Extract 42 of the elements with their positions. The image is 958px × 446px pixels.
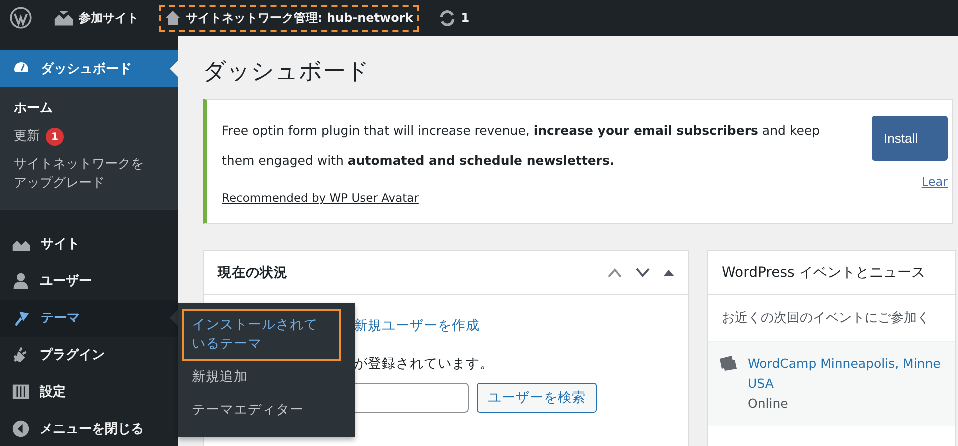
- menu-item[interactable]: ダッシュボード: [0, 50, 178, 87]
- menu-item[interactable]: メニューを閉じる: [0, 410, 178, 446]
- user-icon: [12, 272, 30, 290]
- learn-link[interactable]: Lear: [922, 175, 948, 189]
- admin-bar-link[interactable]: サイトネットワーク管理: hub-network: [159, 4, 420, 32]
- updates-link[interactable]: 1: [433, 4, 476, 32]
- home-icon: [165, 10, 181, 26]
- toggle-icon[interactable]: [664, 268, 674, 276]
- menu-item[interactable]: 設定: [0, 374, 178, 411]
- tickets-icon: [718, 354, 738, 372]
- submenu-item[interactable]: 更新: [14, 128, 40, 146]
- event-link[interactable]: WordCamp Minneapolis, Minne USA: [748, 354, 941, 394]
- widget-title: WordPress イベントとニュース: [722, 264, 926, 282]
- install-button[interactable]: Install: [872, 116, 948, 161]
- plug-icon: [12, 346, 30, 364]
- event-location: Online: [748, 395, 790, 413]
- sliders-icon: [12, 383, 30, 402]
- menu-item[interactable]: プラグイン: [0, 336, 178, 374]
- users-count-text: が登録されています。: [354, 355, 494, 373]
- menu-item[interactable]: サイト: [0, 226, 178, 263]
- count-badge: 1: [46, 128, 64, 146]
- menu-item[interactable]: ユーザー: [0, 262, 178, 300]
- houses-icon: [54, 10, 74, 26]
- move-down-icon[interactable]: [636, 268, 650, 278]
- move-up-icon[interactable]: [608, 268, 622, 278]
- wordpress-logo-icon[interactable]: [10, 7, 32, 29]
- page-title: ダッシュボード: [203, 58, 371, 87]
- recommended-link[interactable]: Recommended by WP User Avatar: [222, 191, 419, 205]
- submenu-item[interactable]: ホーム: [14, 100, 53, 118]
- menu-item[interactable]: テーマ: [0, 300, 178, 337]
- notice-text: Free optin form plugin that will increase revenue, increase your email subscribers and keep them engaged with automated and schedule newsletters.: [222, 122, 822, 170]
- events-intro-text: お近くの次回のイベントにご参加く: [722, 311, 930, 326]
- widget-title: 現在の状況: [218, 264, 288, 282]
- flyout-item[interactable]: テーマエディター: [182, 394, 314, 427]
- create-user-link[interactable]: 新規ユーザーを作成: [354, 317, 480, 335]
- refresh-icon: [439, 10, 456, 26]
- collapse-icon: [12, 420, 30, 438]
- search-users-button[interactable]: ユーザーを検索: [477, 383, 597, 413]
- admin-bar-link[interactable]: 参加サイト: [48, 4, 145, 32]
- flyout-item[interactable]: インストールされているテーマ: [182, 309, 342, 361]
- flyout-item[interactable]: 新規追加: [182, 360, 258, 394]
- submenu-item[interactable]: サイトネットワークをアップグレード: [14, 156, 148, 193]
